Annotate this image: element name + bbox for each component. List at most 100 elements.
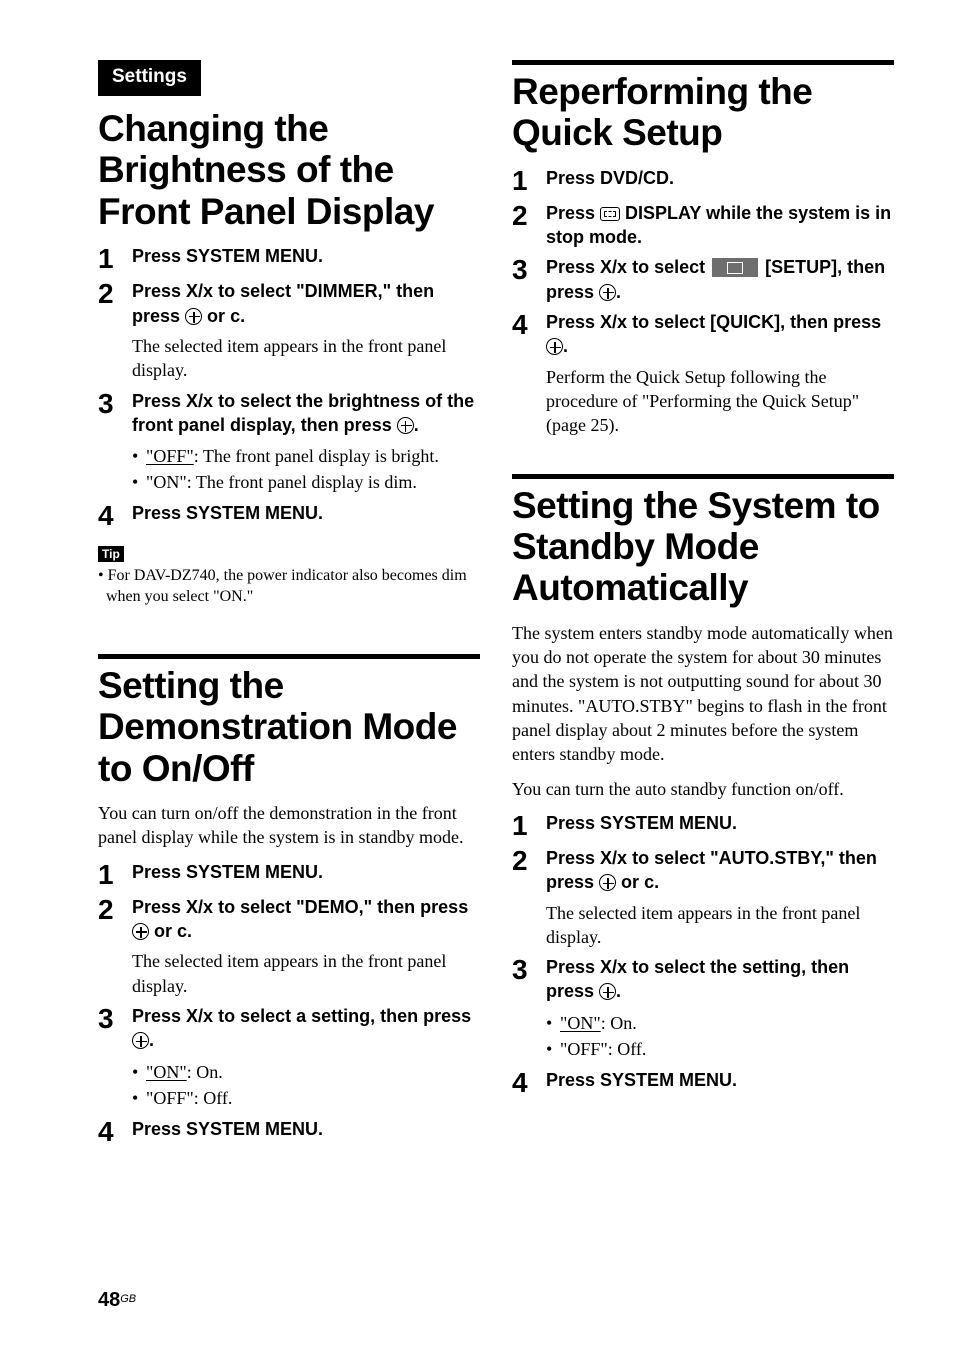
list-item: "ON": On. <box>546 1010 894 1036</box>
step-number: 4 <box>512 310 546 437</box>
page-number-value: 48 <box>98 1289 120 1311</box>
enter-icon <box>546 338 563 355</box>
list-item: "OFF": The front panel display is bright… <box>132 443 480 469</box>
steps-brightness: 1 Press SYSTEM MENU. 2 Press X/x to sele… <box>98 244 480 530</box>
text: Press <box>546 848 600 868</box>
step-text: Press X/x to select a setting, then pres… <box>132 1004 480 1053</box>
step-text: Press X/x to select "AUTO.STBY," then pr… <box>546 846 894 895</box>
text: or <box>616 872 644 892</box>
step-text: Press SYSTEM MENU. <box>546 1068 894 1092</box>
text: . <box>616 282 621 302</box>
step-number: 4 <box>98 501 132 530</box>
text: . <box>563 336 568 356</box>
text: . <box>149 1030 154 1050</box>
step-number: 3 <box>512 255 546 304</box>
step-text: Press X/x to select [SETUP], then press … <box>546 255 894 304</box>
text: or <box>149 921 177 941</box>
step-text-plain: The selected item appears in the front p… <box>132 334 480 383</box>
option-underline: "ON" <box>146 1062 187 1082</box>
step-text: Press X/x to select "DEMO," then press o… <box>132 895 480 944</box>
enter-icon <box>132 923 149 940</box>
step-text: Press X/x to select the setting, then pr… <box>546 955 894 1004</box>
text: . <box>240 306 245 326</box>
enter-icon <box>599 874 616 891</box>
text: Press <box>132 897 186 917</box>
text: : On. <box>187 1062 223 1082</box>
list-item: "ON": On. <box>132 1059 480 1085</box>
enter-icon <box>599 983 616 1000</box>
step-text: Press X/x to select "DIMMER," then press… <box>132 279 480 328</box>
text: : The front panel display is bright. <box>194 446 439 466</box>
right-icon: c <box>644 872 654 892</box>
enter-icon <box>599 284 616 301</box>
setup-icon <box>712 258 758 277</box>
section-title-standby: Setting the System to Standby Mode Autom… <box>512 485 894 609</box>
tip-label: Tip <box>98 546 124 562</box>
step-text: Press X/x to select the brightness of th… <box>132 389 480 438</box>
updown-icon: X/x <box>600 848 627 868</box>
step-number: 3 <box>512 955 546 1062</box>
enter-icon <box>132 1032 149 1049</box>
right-icon: c <box>177 921 187 941</box>
text: . <box>187 921 192 941</box>
step-text: Press SYSTEM MENU. <box>132 501 480 525</box>
step-number: 1 <box>512 166 546 195</box>
step-text-plain: The selected item appears in the front p… <box>546 901 894 950</box>
updown-icon: X/x <box>600 257 627 277</box>
text: . <box>616 981 621 1001</box>
page-content: Settings Changing the Brightness of the … <box>0 0 954 1152</box>
section-title-quicksetup: Reperforming the Quick Setup <box>512 71 894 154</box>
list-item: "OFF": Off. <box>132 1085 480 1111</box>
intro-text: The system enters standby mode automatic… <box>512 621 894 767</box>
step-number: 2 <box>98 895 132 998</box>
text: Press <box>546 257 600 277</box>
step-text: Press DISPLAY while the system is in sto… <box>546 201 894 250</box>
settings-tab: Settings <box>98 60 201 96</box>
text: to select a setting, then press <box>213 1006 471 1026</box>
updown-icon: X/x <box>186 391 213 411</box>
list-item: "OFF": Off. <box>546 1036 894 1062</box>
option-list: "ON": On. "OFF": Off. <box>546 1010 894 1062</box>
text: . <box>654 872 659 892</box>
updown-icon: X/x <box>186 281 213 301</box>
option-underline: "OFF" <box>146 446 194 466</box>
text: to select "DEMO," then press <box>213 897 468 917</box>
step-text: Press SYSTEM MENU. <box>132 244 480 268</box>
section-title-brightness: Changing the Brightness of the Front Pan… <box>98 108 480 232</box>
text: Press <box>546 957 600 977</box>
enter-icon <box>185 308 202 325</box>
text: Press <box>132 391 186 411</box>
step-text-plain: Perform the Quick Setup following the pr… <box>546 365 894 438</box>
text: or <box>202 306 230 326</box>
step-number: 1 <box>98 244 132 273</box>
step-number: 3 <box>98 1004 132 1111</box>
step-text: Press SYSTEM MENU. <box>132 860 480 884</box>
section-rule <box>512 60 894 65</box>
steps-demo: 1 Press SYSTEM MENU. 2 Press X/x to sele… <box>98 860 480 1146</box>
step-number: 4 <box>98 1117 132 1146</box>
text: to select [QUICK], then press <box>627 312 881 332</box>
updown-icon: X/x <box>600 957 627 977</box>
step-text: Press SYSTEM MENU. <box>546 811 894 835</box>
enter-icon <box>397 417 414 434</box>
page-number: 48GB <box>98 1289 136 1312</box>
intro-text: You can turn on/off the demonstration in… <box>98 801 480 850</box>
section-rule <box>98 654 480 659</box>
text: Press <box>546 312 600 332</box>
step-number: 2 <box>512 846 546 949</box>
option-underline: "ON" <box>560 1013 601 1033</box>
step-number: 2 <box>512 201 546 250</box>
step-number: 4 <box>512 1068 546 1097</box>
step-number: 1 <box>512 811 546 840</box>
text: Press <box>132 281 186 301</box>
option-list: "OFF": The front panel display is bright… <box>132 443 480 495</box>
updown-icon: X/x <box>186 897 213 917</box>
intro-text: You can turn the auto standby function o… <box>512 777 894 801</box>
text: to select <box>627 257 710 277</box>
list-item: "ON": The front panel display is dim. <box>132 469 480 495</box>
option-list: "ON": On. "OFF": Off. <box>132 1059 480 1111</box>
page-lang: GB <box>120 1293 136 1305</box>
text: . <box>414 415 419 435</box>
steps-standby: 1 Press SYSTEM MENU. 2 Press X/x to sele… <box>512 811 894 1097</box>
text: Press <box>546 203 600 223</box>
